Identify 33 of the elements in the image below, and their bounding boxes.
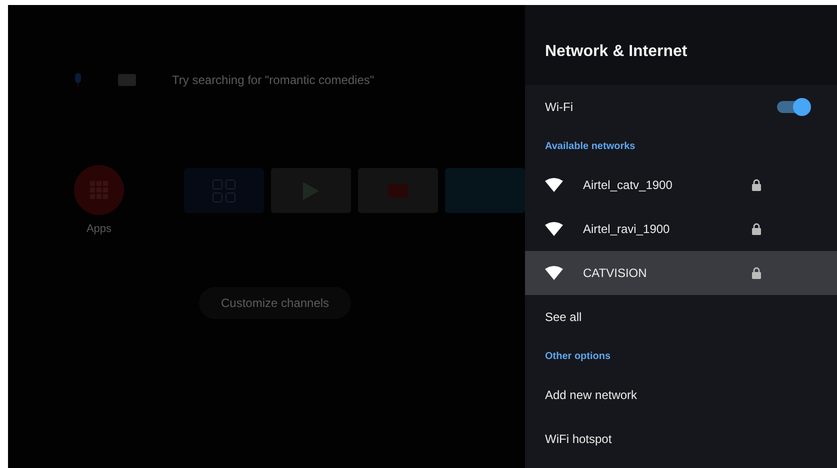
app-tile[interactable] xyxy=(271,168,351,213)
network-item[interactable]: Airtel_catv_1900 xyxy=(525,163,837,207)
see-all-label: See all xyxy=(545,310,583,324)
lock-icon xyxy=(752,179,761,191)
wifi-toggle[interactable] xyxy=(777,98,811,116)
see-all-item[interactable]: See all xyxy=(525,295,837,339)
wifi-label: Wi-Fi xyxy=(545,100,574,114)
network-name: Airtel_catv_1900 xyxy=(583,178,674,192)
network-name: CATVISION xyxy=(583,266,648,280)
option-label: WiFi hotspot xyxy=(545,432,613,446)
apps-button[interactable] xyxy=(74,165,124,215)
section-header: Other options xyxy=(544,350,612,364)
app-tile[interactable] xyxy=(184,168,264,213)
option-item[interactable]: Add new network xyxy=(525,373,837,417)
option-label: Add new network xyxy=(545,388,638,402)
wifi-icon xyxy=(545,222,563,236)
app-tile[interactable] xyxy=(358,168,438,213)
wifi-row[interactable]: Wi-Fi xyxy=(525,85,837,129)
keyboard-icon[interactable] xyxy=(118,74,136,86)
apps-label: Apps xyxy=(86,223,112,235)
lock-icon xyxy=(752,223,761,235)
grid-icon xyxy=(212,178,236,202)
lock-icon xyxy=(752,267,761,279)
panel-title: Network & Internet xyxy=(545,43,688,61)
app-tile[interactable] xyxy=(445,168,525,213)
network-item[interactable]: Airtel_ravi_1900 xyxy=(525,207,837,251)
network-name: Airtel_ravi_1900 xyxy=(583,222,671,236)
wifi-icon xyxy=(545,266,563,280)
network-item[interactable]: CATVISION xyxy=(525,251,837,295)
wifi-icon xyxy=(545,178,563,192)
microphone-icon[interactable] xyxy=(74,73,82,87)
section-header: Available networks xyxy=(544,140,636,154)
option-item[interactable]: WiFi hotspot xyxy=(525,417,837,461)
